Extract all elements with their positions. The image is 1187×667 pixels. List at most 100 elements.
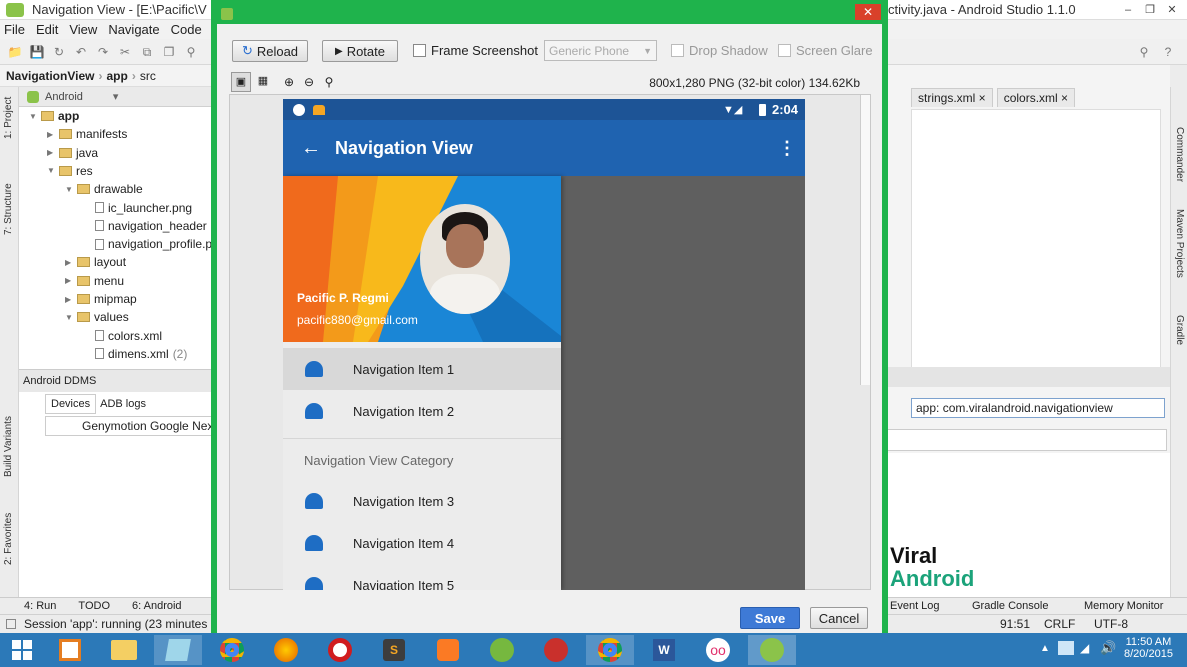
tool-structure[interactable]: 7: Structure bbox=[3, 183, 14, 235]
tool-build-variants[interactable]: Build Variants bbox=[3, 416, 14, 477]
expand-arrow-icon[interactable]: ▶ bbox=[47, 130, 59, 139]
tool-memory-monitor[interactable]: Memory Monitor bbox=[1084, 600, 1163, 612]
preview-scrollbar[interactable] bbox=[860, 95, 870, 385]
apps-icon[interactable] bbox=[46, 635, 94, 665]
nav-item-3[interactable]: Navigation Item 3 bbox=[283, 480, 561, 522]
expand-arrow-icon[interactable]: ▼ bbox=[47, 166, 59, 175]
open-folder-icon[interactable]: 📁 bbox=[7, 44, 23, 60]
tool-android[interactable]: 6: Android bbox=[132, 600, 182, 612]
expand-arrow-icon[interactable]: ▶ bbox=[65, 258, 77, 267]
fit-screen-icon[interactable]: ▣ bbox=[231, 72, 251, 92]
tab-adb-logs[interactable]: ADB logs bbox=[100, 398, 146, 410]
cut-icon[interactable]: ✂ bbox=[117, 44, 133, 60]
app-process-select[interactable]: app: com.viralandroid.navigationview bbox=[911, 398, 1165, 418]
tree-item[interactable]: ▶ layout bbox=[65, 255, 126, 269]
frame-screenshot-checkbox[interactable]: Frame Screenshot bbox=[413, 43, 538, 58]
actual-size-icon[interactable]: ▦ bbox=[253, 72, 273, 92]
tree-item[interactable]: ▶ manifests bbox=[47, 127, 127, 141]
dialog-close-icon[interactable]: ✕ bbox=[855, 4, 881, 20]
breadcrumb-src[interactable]: src bbox=[140, 69, 156, 83]
editor-content[interactable] bbox=[911, 109, 1161, 377]
redo-icon[interactable]: ↷ bbox=[95, 44, 111, 60]
tool-favorites[interactable]: 2: Favorites bbox=[3, 513, 14, 565]
system-clock[interactable]: 11:50 AM 8/20/2015 bbox=[1124, 636, 1173, 660]
profile-photo[interactable] bbox=[420, 204, 510, 314]
expand-arrow-icon[interactable]: ▼ bbox=[65, 185, 77, 194]
tool-gradle-console[interactable]: Gradle Console bbox=[972, 600, 1048, 612]
expand-arrow-icon[interactable]: ▶ bbox=[65, 295, 77, 304]
signal-icon[interactable]: ◢ bbox=[1080, 641, 1089, 655]
downloader-icon[interactable] bbox=[532, 635, 580, 665]
copy-icon[interactable]: ⧉ bbox=[139, 44, 155, 60]
breadcrumb-app[interactable]: app bbox=[106, 69, 127, 83]
menu-navigate[interactable]: Navigate bbox=[108, 22, 159, 37]
device-type-select[interactable]: Generic Phone ▼ bbox=[544, 40, 657, 61]
undo-icon[interactable]: ↶ bbox=[73, 44, 89, 60]
rotate-button[interactable]: ▶ Rotate bbox=[322, 40, 398, 62]
file-encoding[interactable]: UTF-8 bbox=[1094, 617, 1128, 631]
tool-todo[interactable]: TODO bbox=[78, 600, 110, 612]
expand-arrow-icon[interactable]: ▶ bbox=[47, 148, 59, 157]
menu-edit[interactable]: Edit bbox=[36, 22, 58, 37]
tab-colors-xml[interactable]: colors.xml × bbox=[996, 88, 1076, 107]
network-icon[interactable] bbox=[1058, 641, 1074, 655]
sublime-icon[interactable]: S bbox=[370, 635, 418, 665]
file-explorer-icon[interactable] bbox=[100, 635, 148, 665]
save-all-icon[interactable]: 💾 bbox=[29, 44, 45, 60]
minimize-icon[interactable]: – bbox=[1117, 2, 1139, 18]
utorrent-icon[interactable] bbox=[478, 635, 526, 665]
tree-item[interactable]: navigation_profile.p bbox=[83, 237, 212, 251]
nav-item-5[interactable]: Navigation Item 5 bbox=[283, 564, 561, 590]
reload-button[interactable]: ↻ Reload bbox=[232, 40, 308, 62]
tray-up-icon[interactable]: ▲ bbox=[1040, 643, 1050, 654]
tool-run[interactable]: 4: Run bbox=[24, 600, 56, 612]
tool-project[interactable]: 1: Project bbox=[3, 97, 14, 139]
zoom-out-icon[interactable]: ⊖ bbox=[299, 75, 319, 89]
tree-item[interactable]: ▼ res bbox=[47, 164, 93, 178]
opera-icon[interactable] bbox=[316, 635, 364, 665]
expand-arrow-icon[interactable]: ▶ bbox=[65, 276, 77, 285]
device-select[interactable]: Genymotion Google Nexus bbox=[45, 416, 215, 436]
tab-strings-xml[interactable]: strings.xml × bbox=[911, 88, 993, 107]
expand-arrow-icon[interactable]: ▼ bbox=[29, 112, 41, 121]
tree-item[interactable]: ▼ drawable bbox=[65, 182, 143, 196]
tree-item[interactable]: colors.xml bbox=[83, 329, 162, 343]
nav-item-1[interactable]: Navigation Item 1 bbox=[283, 348, 561, 390]
tree-item[interactable]: ▼ app bbox=[29, 109, 79, 123]
line-separator[interactable]: CRLF bbox=[1044, 617, 1075, 631]
save-button[interactable]: Save bbox=[740, 607, 800, 629]
log-level-select[interactable] bbox=[887, 429, 1167, 451]
chrome-icon-2[interactable] bbox=[586, 635, 634, 665]
help-icon[interactable]: ? bbox=[1160, 44, 1176, 60]
tab-devices[interactable]: Devices bbox=[45, 394, 97, 414]
tree-item[interactable]: ▶ mipmap bbox=[65, 292, 137, 306]
breadcrumb-project[interactable]: NavigationView bbox=[6, 69, 94, 83]
firefox-icon[interactable] bbox=[262, 635, 310, 665]
menu-file[interactable]: File bbox=[4, 22, 25, 37]
android-studio-taskbar-icon[interactable] bbox=[748, 635, 796, 665]
expand-arrow-icon[interactable]: ▼ bbox=[65, 313, 77, 322]
notes-app-icon[interactable] bbox=[154, 635, 202, 665]
zoom-in-icon[interactable]: ⊕ bbox=[279, 75, 299, 89]
nav-item-4[interactable]: Navigation Item 4 bbox=[283, 522, 561, 564]
project-view-selector[interactable]: Android ▾ bbox=[19, 87, 214, 107]
search-everywhere-icon[interactable]: ⚲ bbox=[1136, 44, 1152, 60]
close-icon[interactable]: ✕ bbox=[1161, 2, 1183, 18]
word-icon[interactable]: W bbox=[640, 635, 688, 665]
cancel-button[interactable]: Cancel bbox=[810, 607, 868, 629]
tool-gradle[interactable]: Gradle bbox=[1174, 315, 1185, 345]
sync-icon[interactable]: ↻ bbox=[51, 44, 67, 60]
menu-code[interactable]: Code bbox=[171, 22, 202, 37]
drop-shadow-checkbox[interactable]: Drop Shadow bbox=[671, 43, 768, 58]
tool-maven[interactable]: Maven Projects bbox=[1174, 209, 1185, 278]
back-arrow-icon[interactable]: ← bbox=[301, 137, 321, 160]
tree-item[interactable]: dimens.xml (2) bbox=[83, 347, 187, 361]
paste-icon[interactable]: ❐ bbox=[161, 44, 177, 60]
nav-item-2[interactable]: Navigation Item 2 bbox=[283, 390, 561, 432]
screen-glare-checkbox[interactable]: Screen Glare bbox=[778, 43, 873, 58]
tree-item[interactable]: ▼ values bbox=[65, 310, 129, 324]
tree-item[interactable]: ic_launcher.png bbox=[83, 201, 192, 215]
zoom-actual-icon[interactable]: ⚲ bbox=[319, 75, 339, 89]
flickr-icon[interactable]: oo bbox=[694, 635, 742, 665]
maximize-icon[interactable]: ❐ bbox=[1139, 2, 1161, 18]
